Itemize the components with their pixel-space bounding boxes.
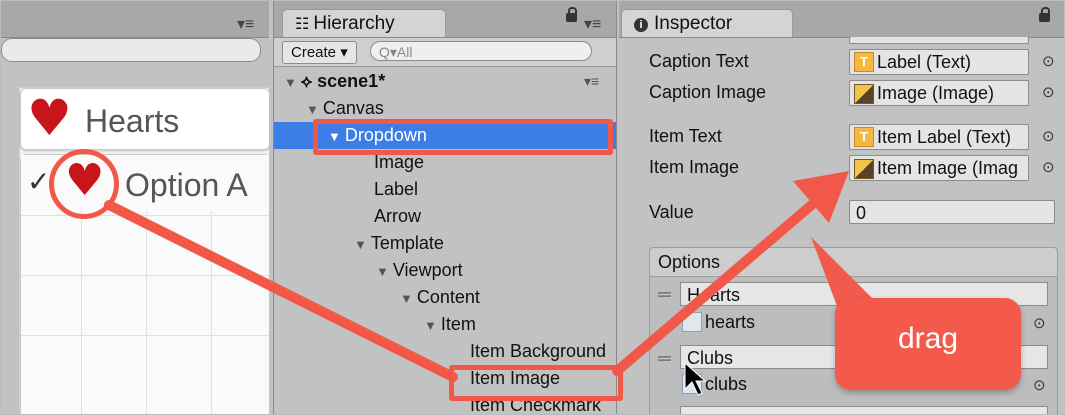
mouse-cursor-icon [684, 361, 707, 396]
drag-arrow-shaft [612, 192, 826, 376]
editor-window: ▾≡ ♥ Hearts ✓ ♥ Option A ☷ Hierarchy ▾≡ … [0, 0, 1065, 415]
drag-callout: drag [835, 298, 1021, 390]
connector-line [104, 200, 458, 382]
callout-text: drag [897, 322, 959, 355]
callout-pointer [811, 237, 873, 306]
